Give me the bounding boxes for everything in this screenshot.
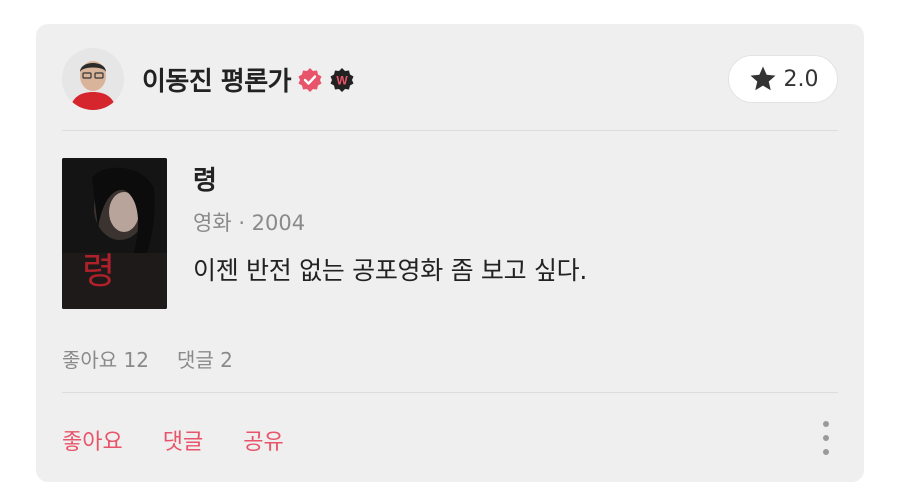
rating-badge: 2.0 (728, 55, 838, 103)
brand-letter: W (336, 73, 348, 87)
verified-check-icon (297, 67, 323, 93)
stats-divider (62, 392, 838, 393)
rating-value: 2.0 (783, 66, 819, 92)
like-button[interactable]: 좋아요 (62, 424, 123, 456)
poster-title: 령 (82, 251, 115, 292)
avatar-photo (62, 48, 124, 110)
action-bar: 좋아요 댓글 공유 (62, 424, 284, 456)
comment-button[interactable]: 댓글 (163, 424, 203, 456)
like-count[interactable]: 좋아요 12 (62, 344, 149, 373)
movie-title[interactable]: 령 (193, 160, 587, 197)
star-icon (750, 66, 775, 91)
more-dot (823, 449, 829, 455)
more-dot (823, 421, 829, 427)
movie-poster[interactable]: 령 (62, 158, 167, 309)
comment-count[interactable]: 댓글 2 (177, 344, 233, 373)
more-dot (823, 435, 829, 441)
movie-meta: 영화 · 2004 (193, 211, 306, 235)
header-divider (62, 130, 838, 131)
author-name[interactable]: 이동진 평론가 (142, 61, 292, 98)
review-header: 이동진 평론가 W 2.0 (62, 48, 838, 110)
more-vertical-icon[interactable] (820, 421, 832, 455)
share-button[interactable]: 공유 (243, 424, 283, 456)
watcha-w-icon: W (329, 67, 355, 93)
review-content: 령 영화 · 2004 이젠 반전 없는 공포영화 좀 보고 싶다. (193, 160, 587, 287)
review-stats: 좋아요 12 댓글 2 (62, 344, 233, 373)
author-avatar[interactable] (62, 48, 124, 110)
review-text[interactable]: 이젠 반전 없는 공포영화 좀 보고 싶다. (193, 251, 587, 287)
author-info[interactable]: 이동진 평론가 W (142, 61, 355, 98)
review-card: 이동진 평론가 W 2.0 령 령 영화 · 2004 이젠 반전 없는 공포영… (36, 24, 864, 482)
